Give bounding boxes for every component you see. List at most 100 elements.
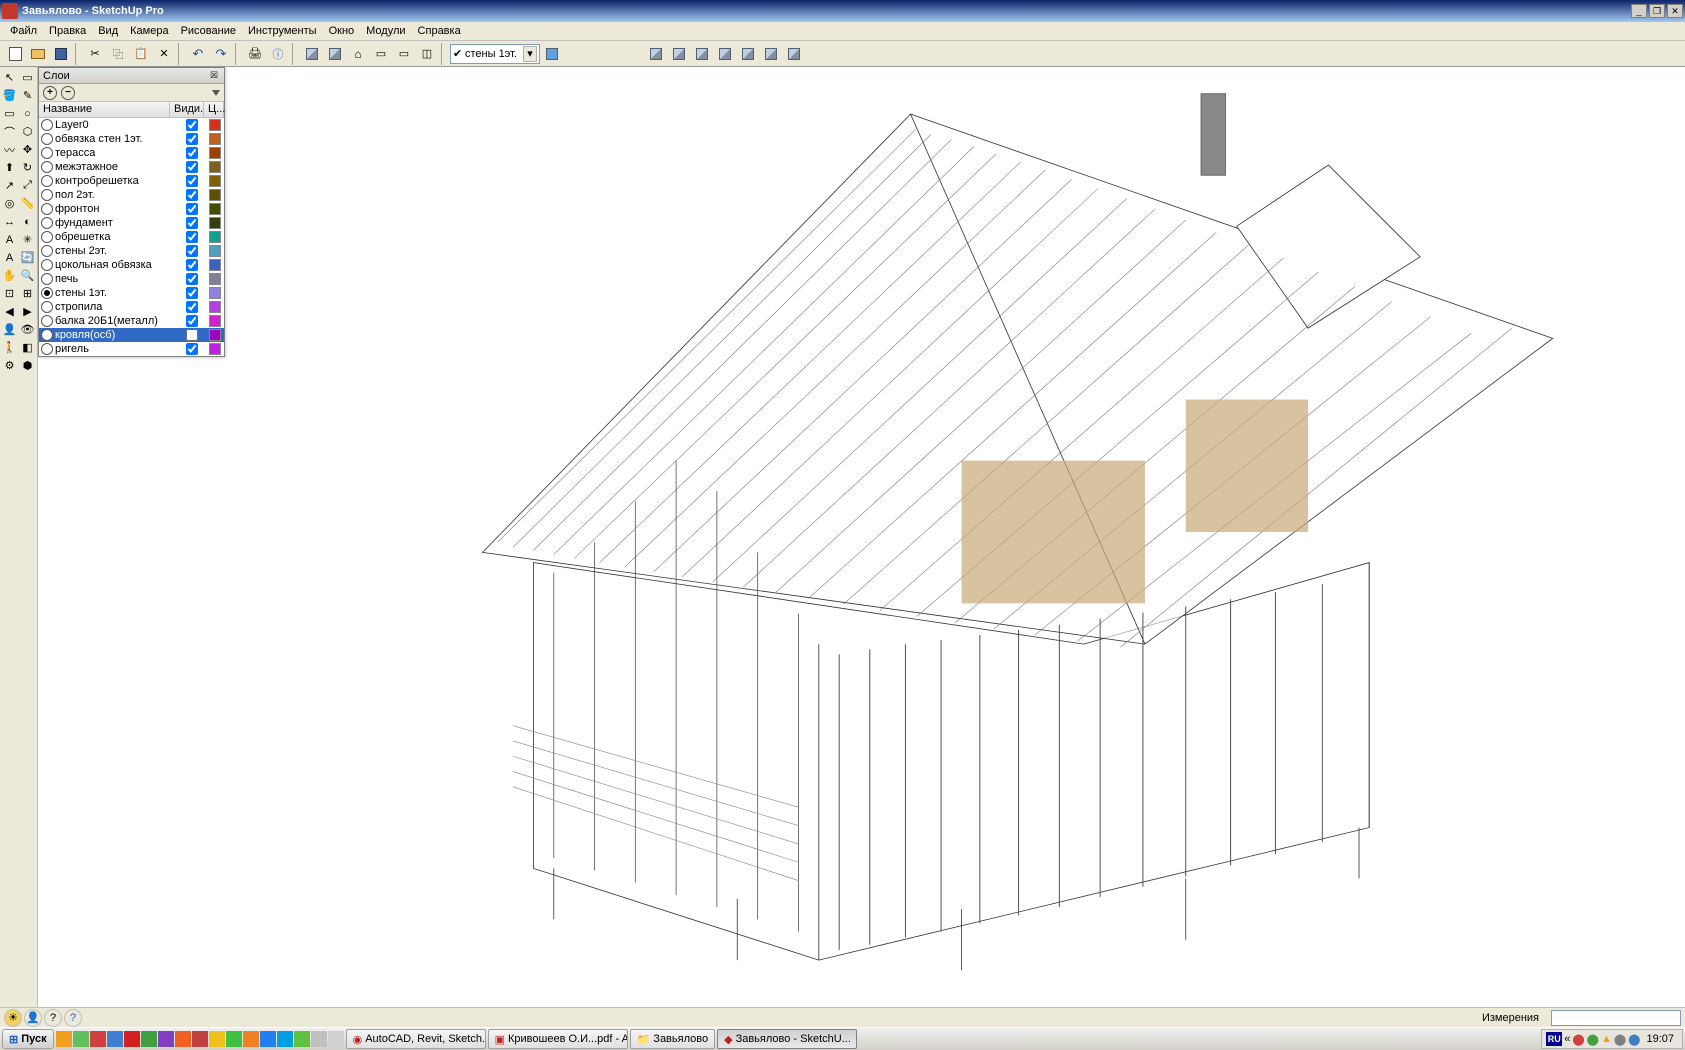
ql-icon[interactable] <box>311 1031 327 1047</box>
layer-visible-checkbox[interactable] <box>178 343 206 355</box>
section-tool[interactable]: ◧ <box>19 339 36 356</box>
copy-button[interactable]: ⿻ <box>107 43 129 65</box>
close-button[interactable]: ✕ <box>1667 4 1683 18</box>
ql-icon[interactable] <box>192 1031 208 1047</box>
layer-dropdown[interactable]: ✔ стены 1эт. ▾ <box>450 44 540 64</box>
measurements-input[interactable] <box>1551 1010 1681 1026</box>
layer-visible-checkbox[interactable] <box>178 119 206 131</box>
push-tool[interactable]: ⬆ <box>1 159 18 176</box>
iso-button[interactable] <box>645 43 667 65</box>
ql-icon[interactable] <box>73 1031 89 1047</box>
layer-color-swatch[interactable] <box>209 315 221 327</box>
layer-visible-checkbox[interactable] <box>178 147 206 159</box>
layer-active-radio[interactable] <box>41 133 53 145</box>
layer-row[interactable]: фронтон <box>39 202 224 216</box>
layer-visible-checkbox[interactable] <box>178 217 206 229</box>
left-button[interactable] <box>760 43 782 65</box>
layer-row[interactable]: фундамент <box>39 216 224 230</box>
layer-visible-checkbox[interactable] <box>178 301 206 313</box>
ql-icon[interactable] <box>294 1031 310 1047</box>
tape-tool[interactable]: 📏 <box>19 195 36 212</box>
layer-manager-button[interactable] <box>541 43 563 65</box>
menu-window[interactable]: Окно <box>323 23 361 39</box>
extra-tool-2[interactable]: ⬢ <box>19 357 36 374</box>
layer-active-radio[interactable] <box>41 273 53 285</box>
layer-active-radio[interactable] <box>41 203 53 215</box>
layer-active-radio[interactable] <box>41 343 53 355</box>
ql-icon[interactable] <box>158 1031 174 1047</box>
zoom-window-tool[interactable]: ⊡ <box>1 285 18 302</box>
layer-row[interactable]: печь <box>39 272 224 286</box>
layer-row[interactable]: стропила <box>39 300 224 314</box>
viewport[interactable] <box>38 67 1685 1007</box>
eraser-tool[interactable]: ▭ <box>19 69 36 86</box>
layer-row[interactable]: кровля(осб) <box>39 328 224 342</box>
layer-row[interactable]: цокольная обвязка <box>39 258 224 272</box>
tray-icon[interactable]: ⬤ <box>1587 1033 1599 1046</box>
save-button[interactable] <box>50 43 72 65</box>
new-button[interactable] <box>4 43 26 65</box>
menu-camera[interactable]: Камера <box>124 23 174 39</box>
layer-active-radio[interactable] <box>41 315 53 327</box>
geo-location-icon[interactable]: ☀ <box>4 1009 22 1027</box>
tray-icon[interactable]: ⬤ <box>1572 1033 1584 1046</box>
freehand-tool[interactable]: 〰 <box>1 141 18 158</box>
remove-layer-button[interactable]: − <box>61 86 75 100</box>
persp-button[interactable] <box>783 43 805 65</box>
front-button[interactable] <box>691 43 713 65</box>
layer-color-swatch[interactable] <box>209 245 221 257</box>
print-button[interactable]: 🖨 <box>244 43 266 65</box>
move-tool[interactable]: ✥ <box>19 141 36 158</box>
ql-icon[interactable] <box>56 1031 72 1047</box>
layer-color-swatch[interactable] <box>209 133 221 145</box>
ql-icon[interactable] <box>243 1031 259 1047</box>
layer-color-swatch[interactable] <box>209 329 221 341</box>
arc-tool[interactable]: ⌒ <box>1 123 18 140</box>
layer-visible-checkbox[interactable] <box>178 273 206 285</box>
rectangle-tool[interactable]: ▭ <box>1 105 18 122</box>
ql-icon[interactable] <box>226 1031 242 1047</box>
select-tool[interactable]: ↖ <box>1 69 18 86</box>
menu-edit[interactable]: Правка <box>43 23 92 39</box>
ql-icon[interactable] <box>328 1031 344 1047</box>
zoom-tool[interactable]: 🔍 <box>19 267 36 284</box>
next-tool[interactable]: ▶ <box>19 303 36 320</box>
layer-active-radio[interactable] <box>41 161 53 173</box>
tray-icon[interactable]: « <box>1564 1033 1570 1045</box>
redo-button[interactable]: ↷ <box>210 43 232 65</box>
layers-button[interactable]: ▭ <box>393 43 415 65</box>
paste-button[interactable]: 📋 <box>130 43 152 65</box>
scale-tool[interactable]: ⤢ <box>19 177 36 194</box>
ql-icon[interactable] <box>260 1031 276 1047</box>
layer-visible-checkbox[interactable] <box>178 161 206 173</box>
layer-row[interactable]: пол 2эт. <box>39 188 224 202</box>
layer-row[interactable]: обвязка стен 1эт. <box>39 132 224 146</box>
layers-panel-title-bar[interactable]: Слои ☒ <box>39 68 224 84</box>
layer-active-radio[interactable] <box>41 217 53 229</box>
add-layer-button[interactable]: + <box>43 86 57 100</box>
layer-active-radio[interactable] <box>41 329 53 341</box>
layer-color-swatch[interactable] <box>209 301 221 313</box>
rotate-tool[interactable]: ↻ <box>19 159 36 176</box>
layer-visible-checkbox[interactable] <box>178 259 206 271</box>
taskbar-item[interactable]: ◉ AutoCAD, Revit, Sketch... <box>346 1029 486 1049</box>
model-info-button[interactable]: ⓘ <box>267 43 289 65</box>
previous-tool[interactable]: ◀ <box>1 303 18 320</box>
scene-button[interactable]: ◫ <box>416 43 438 65</box>
menu-view[interactable]: Вид <box>92 23 124 39</box>
tray-icon[interactable]: ⬤ <box>1614 1033 1626 1046</box>
ql-icon[interactable] <box>277 1031 293 1047</box>
undo-button[interactable]: ↶ <box>187 43 209 65</box>
offset-tool[interactable]: ◎ <box>1 195 18 212</box>
layer-row[interactable]: терасса <box>39 146 224 160</box>
ql-icon[interactable] <box>175 1031 191 1047</box>
dimension-tool[interactable]: ↔ <box>1 213 18 230</box>
layer-active-radio[interactable] <box>41 147 53 159</box>
text-tool[interactable]: A <box>1 231 18 248</box>
minimize-button[interactable]: _ <box>1631 4 1647 18</box>
protractor-tool[interactable]: ◐ <box>19 213 36 230</box>
layer-visible-checkbox[interactable] <box>178 315 206 327</box>
follow-tool[interactable]: ↗ <box>1 177 18 194</box>
col-visible[interactable]: Види... <box>170 102 204 117</box>
layer-color-swatch[interactable] <box>209 203 221 215</box>
